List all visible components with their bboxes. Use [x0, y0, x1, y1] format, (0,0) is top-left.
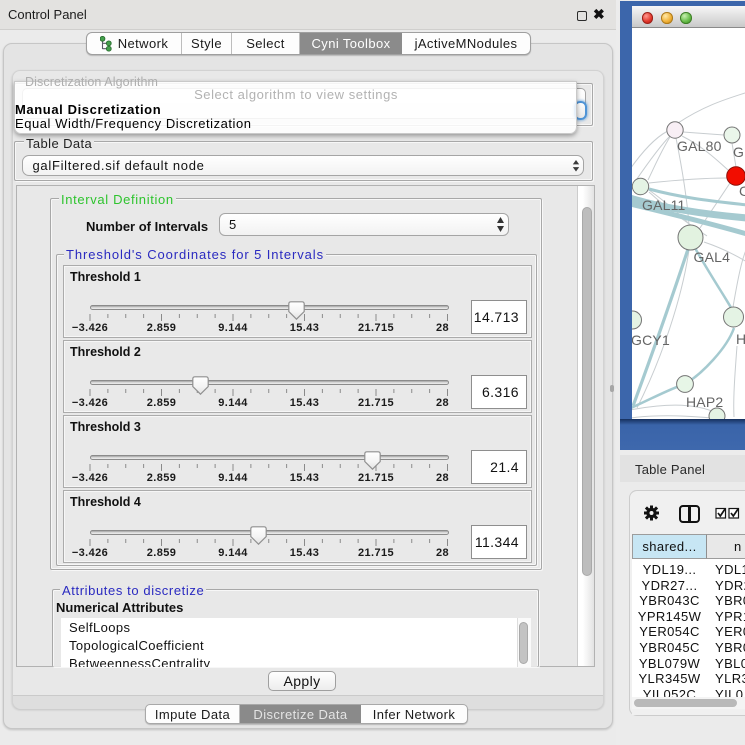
svg-text:GAL11: GAL11 — [642, 197, 686, 213]
svg-text:GCY1: GCY1 — [632, 332, 670, 348]
svg-text:HAP2: HAP2 — [686, 394, 723, 410]
svg-text:GAL4: GAL4 — [694, 249, 731, 265]
svg-text:G: G — [733, 144, 744, 160]
svg-text:H: H — [736, 331, 745, 347]
svg-text:GAL80: GAL80 — [677, 138, 722, 154]
svg-text:C: C — [739, 183, 745, 199]
